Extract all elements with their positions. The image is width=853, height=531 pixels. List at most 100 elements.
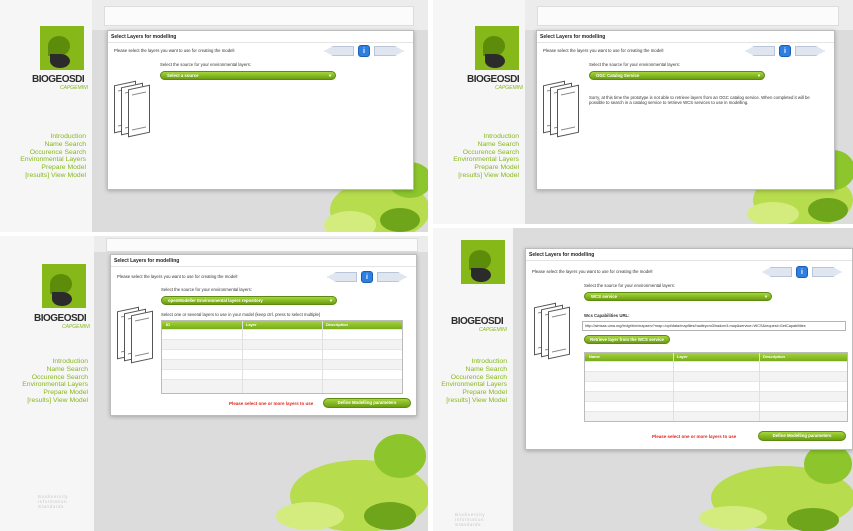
nav-prepare-model[interactable]: Prepare Model	[441, 389, 507, 397]
nav-name-search[interactable]: Name Search	[22, 366, 88, 374]
dialog-intro: Please select the layers you want to use…	[117, 274, 238, 279]
pagination-stepper[interactable]: i	[324, 45, 404, 57]
current-page-icon[interactable]: i	[361, 271, 373, 283]
source-select[interactable]: openModeller Environmental layers reposi…	[161, 296, 337, 305]
nav-environmental-layers[interactable]: Environmental Layers	[441, 381, 507, 389]
top-bar	[106, 238, 418, 252]
table-header: Name Layer Description	[585, 353, 847, 361]
next-arrow[interactable]	[795, 46, 825, 56]
column-header-layer[interactable]: Layer	[677, 354, 688, 359]
next-arrow[interactable]	[374, 46, 404, 56]
screenshot-panel-2: BIOGEOSDI CAPGEMINI Introduction Name Se…	[433, 0, 853, 224]
current-page-icon[interactable]: i	[358, 45, 370, 57]
table-row[interactable]	[162, 379, 402, 393]
screenshot-panel-1: BIOGEOSDI CAPGEMINI Introduction Name Se…	[0, 0, 428, 232]
nav-view-model[interactable]: [results] View Model	[441, 397, 507, 405]
error-message: Please select one or more layers to use	[652, 434, 737, 439]
sidebar: BIOGEOSDI CAPGEMINI Introduction Name Se…	[0, 236, 94, 531]
pagination-stepper[interactable]: i	[745, 45, 825, 57]
sidebar: BIOGEOSDI CAPGEMINI Introduction Name Se…	[0, 0, 92, 232]
nav-introduction[interactable]: Introduction	[20, 133, 86, 141]
nav-occurence-search[interactable]: Occurence Search	[22, 374, 88, 382]
documents-icon	[117, 301, 153, 367]
nav-name-search[interactable]: Name Search	[441, 366, 507, 374]
prev-arrow[interactable]	[762, 267, 792, 277]
nav-name-search[interactable]: Name Search	[453, 141, 519, 149]
nav-view-model[interactable]: [results] View Model	[22, 397, 88, 405]
column-header-layer[interactable]: Layer	[246, 322, 257, 327]
chevron-down-icon: ▾	[328, 73, 331, 78]
layers-table[interactable]: Name Layer Description	[584, 352, 848, 422]
dialog-title: Select Layers for modelling	[540, 34, 606, 40]
prev-arrow[interactable]	[327, 272, 357, 282]
column-header-description[interactable]: Description	[326, 322, 348, 327]
brand-name: BIOGEOSDI	[32, 74, 85, 85]
documents-icon	[534, 297, 570, 363]
main-nav: Introduction Name Search Occurence Searc…	[22, 358, 88, 405]
source-select[interactable]: WCS service ▾	[584, 292, 772, 301]
source-select[interactable]: Select a source ▾	[160, 71, 336, 80]
brand-name: BIOGEOSDI	[451, 316, 504, 327]
next-arrow[interactable]	[812, 267, 842, 277]
brand-name: BIOGEOSDI	[467, 74, 520, 85]
nav-prepare-model[interactable]: Prepare Model	[453, 164, 519, 172]
nav-occurence-search[interactable]: Occurence Search	[453, 149, 519, 157]
nav-occurence-search[interactable]: Occurence Search	[441, 374, 507, 382]
source-select-value: Select a source	[167, 73, 199, 78]
wcs-url-label: Wcs Capabilities URL:	[584, 313, 630, 318]
logo-mark	[42, 264, 86, 308]
define-modelling-parameters-button[interactable]: Define Modelling parameters	[323, 398, 411, 408]
top-bar	[104, 6, 414, 26]
nav-introduction[interactable]: Introduction	[441, 358, 507, 366]
next-arrow[interactable]	[377, 272, 407, 282]
catalog-message: Sorry, at this time the prototype is not…	[589, 95, 810, 106]
prev-arrow[interactable]	[324, 46, 354, 56]
column-header-name[interactable]: Name	[589, 354, 600, 359]
brand-subtitle: CAPGEMINI	[62, 324, 91, 330]
sidebar: BIOGEOSDI CAPGEMINI Introduction Name Se…	[433, 228, 513, 531]
chevron-down-icon: ▾	[329, 298, 332, 303]
dialog-title: Select Layers for modelling	[114, 258, 180, 264]
footer-brand: Biodiversity Information Standards	[455, 512, 486, 527]
logo-mark	[461, 240, 505, 284]
dialog-title: Select Layers for modelling	[529, 252, 595, 258]
wcs-url-input[interactable]: http://aimsas.uma.org/bnlgr/bin/mapserv?…	[582, 321, 846, 331]
brand-subtitle: CAPGEMINI	[495, 85, 524, 91]
nav-occurence-search[interactable]: Occurence Search	[20, 149, 86, 157]
documents-icon	[543, 75, 579, 141]
nav-introduction[interactable]: Introduction	[22, 358, 88, 366]
select-layers-dialog: Select Layers for modelling Please selec…	[536, 30, 835, 190]
prev-arrow[interactable]	[745, 46, 775, 56]
main-nav: Introduction Name Search Occurence Searc…	[20, 133, 86, 180]
nav-view-model[interactable]: [results] View Model	[20, 172, 86, 180]
source-select-value: openModeller Environmental layers reposi…	[168, 298, 263, 303]
table-row[interactable]	[585, 411, 847, 421]
source-prompt: Select the source for your environmental…	[160, 62, 251, 67]
retrieve-layer-button[interactable]: Retrieve layer from the WCS service	[584, 335, 670, 344]
logo-mark	[475, 26, 519, 70]
current-page-icon[interactable]: i	[779, 45, 791, 57]
dialog-intro: Please select the layers you want to use…	[114, 48, 235, 53]
pagination-stepper[interactable]: i	[327, 271, 407, 283]
column-header-id[interactable]: ID	[166, 322, 170, 327]
source-select[interactable]: OGC Catalog Service ▾	[589, 71, 765, 80]
chevron-down-icon: ▾	[757, 73, 760, 78]
source-select-value: WCS service	[591, 294, 618, 299]
layers-table[interactable]: ID Layer Description	[161, 320, 403, 394]
screenshot-panel-4: BIOGEOSDI CAPGEMINI Introduction Name Se…	[433, 228, 853, 531]
column-header-description[interactable]: Description	[763, 354, 785, 359]
nav-prepare-model[interactable]: Prepare Model	[20, 164, 86, 172]
nav-environmental-layers[interactable]: Environmental Layers	[22, 381, 88, 389]
current-page-icon[interactable]: i	[796, 266, 808, 278]
define-modelling-parameters-button[interactable]: Define Modelling parameters	[758, 431, 846, 441]
main-nav: Introduction Name Search Occurence Searc…	[441, 358, 507, 405]
nav-environmental-layers[interactable]: Environmental Layers	[453, 156, 519, 164]
nav-view-model[interactable]: [results] View Model	[453, 172, 519, 180]
pagination-stepper[interactable]: i	[762, 266, 842, 278]
nav-prepare-model[interactable]: Prepare Model	[22, 389, 88, 397]
dialog-title: Select Layers for modelling	[111, 34, 177, 40]
screenshot-panel-3: BIOGEOSDI CAPGEMINI Introduction Name Se…	[0, 236, 428, 531]
nav-environmental-layers[interactable]: Environmental Layers	[20, 156, 86, 164]
nav-introduction[interactable]: Introduction	[453, 133, 519, 141]
nav-name-search[interactable]: Name Search	[20, 141, 86, 149]
